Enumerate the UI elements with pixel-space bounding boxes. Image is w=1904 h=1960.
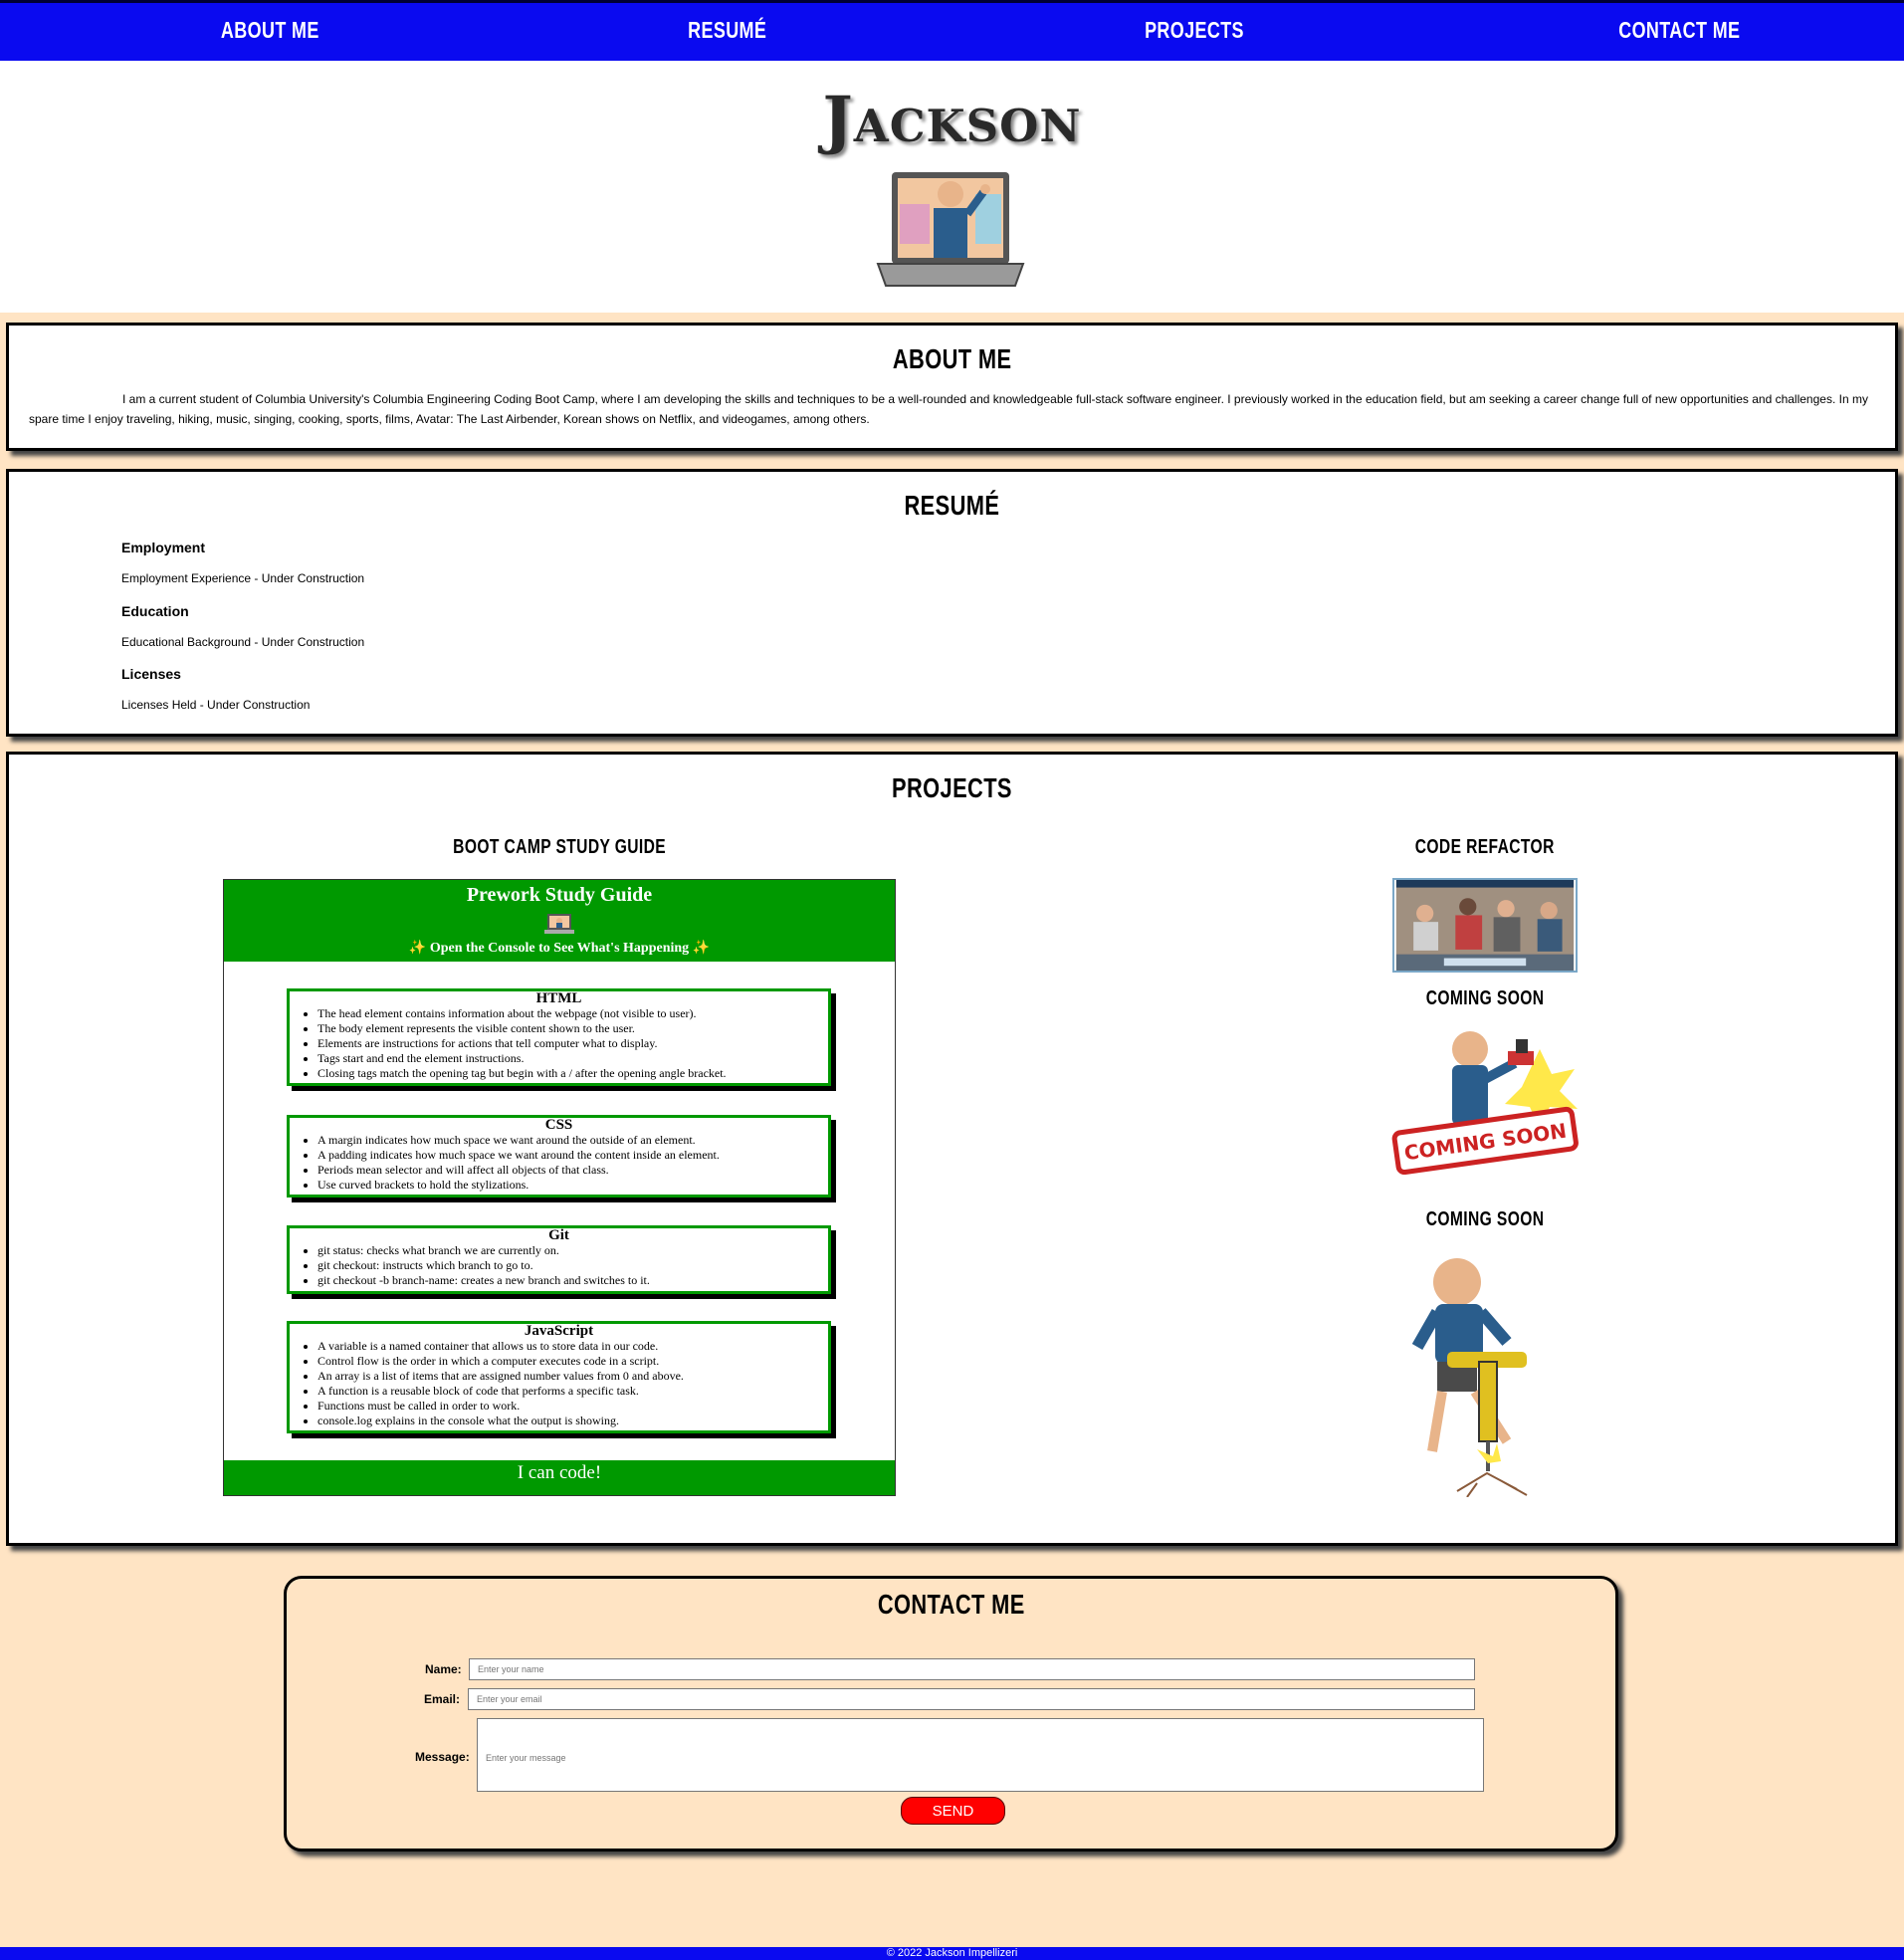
resume-education: Education Educational Background - Under… <box>121 603 364 649</box>
list-item: A padding indicates how much space we wa… <box>317 1148 828 1163</box>
nav-contact-me[interactable]: Contact Me <box>1601 17 1758 44</box>
list-item: git status: checks what branch we are cu… <box>317 1243 828 1258</box>
list-item: Elements are instructions for actions th… <box>317 1036 828 1051</box>
guide-card-html: HTML The head element contains informati… <box>287 988 831 1086</box>
message-label: Message: <box>415 1750 470 1764</box>
email-label: Email: <box>424 1692 461 1706</box>
list-item: Control flow is the order in which a com… <box>317 1354 828 1369</box>
resume-licenses: Licenses Licenses Held - Under Construct… <box>121 666 310 712</box>
list-item: The head element contains information ab… <box>317 1006 828 1021</box>
send-button[interactable]: SEND <box>901 1797 1005 1825</box>
resume-item-title: Licenses <box>121 666 181 682</box>
guide-card-title: JavaScript <box>524 1323 594 1339</box>
about-section: About Me I am a current student of Colum… <box>6 323 1898 451</box>
name-label: Name: <box>425 1662 462 1676</box>
list-item: console.log explains in the console what… <box>317 1414 828 1428</box>
project-title-study-guide: Boot Camp Study Guide <box>453 836 666 858</box>
resume-section: Resumé Employment Employment Experience … <box>6 469 1898 737</box>
list-item: Closing tags match the opening tag but b… <box>317 1066 828 1081</box>
list-item: The body element represents the visible … <box>317 1021 828 1036</box>
project-title-code-refactor: Code Refactor <box>1414 836 1555 858</box>
list-item: An array is a list of items that are ass… <box>317 1369 828 1384</box>
guide-card-title: HTML <box>535 990 582 1006</box>
study-guide-screenshot[interactable]: Prework Study Guide ✨ Open the Console t… <box>223 879 896 1496</box>
nav-resume[interactable]: Resumé <box>677 17 777 44</box>
page-footer: © 2022 Jackson Impellizeri <box>0 1947 1904 1960</box>
contact-heading: Contact Me <box>877 1589 1025 1620</box>
list-item: git checkout: instructs which branch to … <box>317 1258 828 1273</box>
guide-card-title: Git <box>548 1227 569 1243</box>
avatar-laptop-image <box>876 172 1025 287</box>
guide-card-javascript: JavaScript A variable is a named contain… <box>287 1321 831 1433</box>
email-input[interactable] <box>468 1688 1475 1710</box>
guide-card-git: Git git status: checks what branch we ar… <box>287 1225 831 1294</box>
resume-item-text: Employment Experience - Under Constructi… <box>121 571 365 585</box>
guide-subtitle: ✨ Open the Console to See What's Happeni… <box>408 941 711 956</box>
code-refactor-screenshot[interactable] <box>1392 878 1578 973</box>
jackhammer-avatar-image[interactable] <box>1397 1252 1577 1497</box>
nav-about-me[interactable]: About Me <box>207 17 333 44</box>
resume-item-title: Education <box>121 603 189 619</box>
project-title-coming-soon-1: Coming Soon <box>1425 987 1545 1009</box>
list-item: git checkout -b branch-name: creates a n… <box>317 1273 828 1288</box>
about-heading: About Me <box>892 343 1012 374</box>
about-text: I am a current student of Columbia Unive… <box>29 392 1868 426</box>
resume-item-title: Employment <box>121 540 206 555</box>
resume-employment: Employment Employment Experience - Under… <box>121 540 364 585</box>
projects-heading: Projects <box>892 772 1012 803</box>
guide-title: Prework Study Guide <box>466 884 653 906</box>
sparkle-icon: ✨ <box>692 941 711 956</box>
list-item: A function is a reusable block of code t… <box>317 1384 828 1399</box>
nav-projects[interactable]: Projects <box>1131 17 1258 44</box>
projects-section: Projects Boot Camp Study Guide Prework S… <box>6 752 1898 1546</box>
resume-item-text: Educational Background - Under Construct… <box>121 635 365 649</box>
guide-header: Prework Study Guide ✨ Open the Console t… <box>224 880 895 962</box>
list-item: Periods mean selector and will affect al… <box>317 1163 828 1178</box>
project-title-coming-soon-2: Coming Soon <box>1425 1208 1545 1230</box>
list-item: Use curved brackets to hold the stylizat… <box>317 1178 828 1193</box>
message-input[interactable] <box>477 1718 1484 1792</box>
page-title: Jackson <box>822 83 1082 157</box>
contact-section: Contact Me Name: Email: Message: SEND <box>284 1576 1618 1851</box>
list-item: Functions must be called in order to wor… <box>317 1399 828 1414</box>
guide-card-title: CSS <box>544 1117 573 1133</box>
page-header: Jackson <box>0 61 1904 313</box>
guide-footer: I can code! <box>224 1460 895 1495</box>
name-input[interactable] <box>469 1658 1475 1680</box>
resume-item-text: Licenses Held - Under Construction <box>121 698 311 712</box>
top-nav: About Me Resumé Projects Contact Me <box>0 0 1904 61</box>
laptop-icon <box>544 914 574 934</box>
resume-heading: Resumé <box>904 490 1000 521</box>
list-item: Tags start and end the element instructi… <box>317 1051 828 1066</box>
guide-card-css: CSS A margin indicates how much space we… <box>287 1115 831 1198</box>
list-item: A margin indicates how much space we wan… <box>317 1133 828 1148</box>
list-item: A variable is a named container that all… <box>317 1339 828 1354</box>
sparkle-icon: ✨ <box>408 941 427 956</box>
coming-soon-stamp-image[interactable]: COMING SOON <box>1390 1029 1580 1185</box>
